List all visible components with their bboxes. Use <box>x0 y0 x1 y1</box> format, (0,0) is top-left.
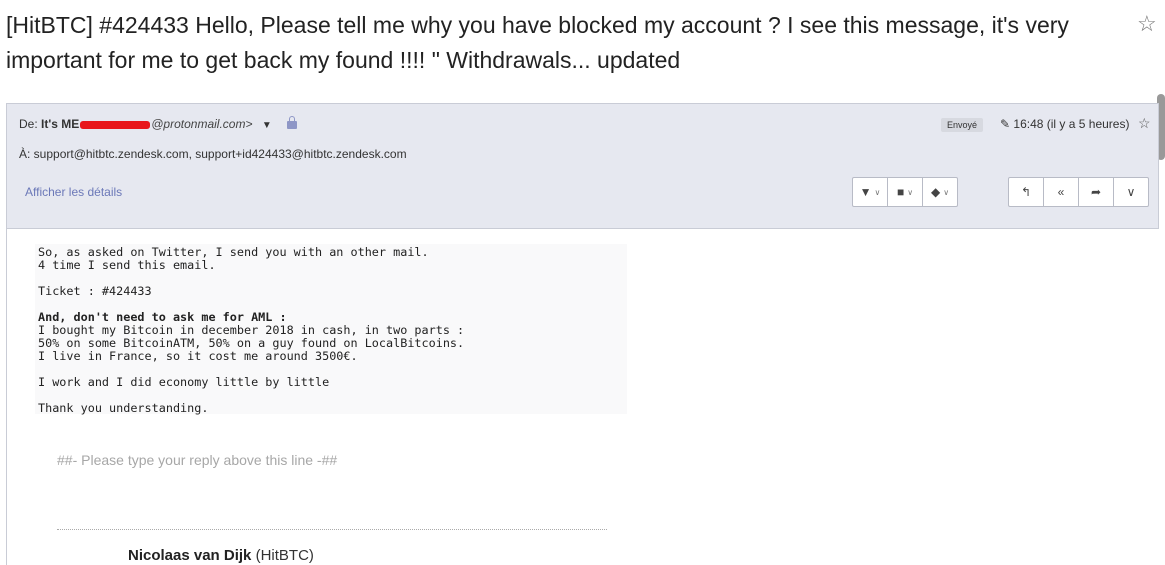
body-line: I live in France, so it cost me around 3… <box>38 349 358 363</box>
sender-name: It's ME <box>41 117 80 131</box>
message-time: ✎ 16:48 (il y a 5 heures) <box>1000 117 1129 131</box>
sent-badge: Envoyé <box>941 118 984 132</box>
to-line: À: support@hitbtc.zendesk.com, support+i… <box>19 147 407 161</box>
body-text: So, as asked on Twitter, I send you with… <box>35 244 627 415</box>
body-line: I work and I did economy little by littl… <box>38 375 330 389</box>
reply-all-icon: « <box>1057 185 1065 199</box>
signature-name: Nicolaas van Dijk <box>128 547 252 564</box>
message-body: So, as asked on Twitter, I send you with… <box>35 244 627 415</box>
toolbar-respond: ↰ « ➦ ∨ <box>1008 177 1149 207</box>
attachment-icon: ✎ <box>1000 117 1011 131</box>
body-heading: And, don't need to ask me for AML : <box>38 310 287 324</box>
body-line: 4 time I send this email. <box>38 258 216 272</box>
toolbar-organize: ▼ ∨ ■ ∨ ◆ ∨ <box>852 177 958 207</box>
reply-all-button[interactable]: « <box>1043 177 1079 207</box>
sender-dropdown-icon[interactable]: ▼ <box>262 120 272 131</box>
show-details-link[interactable]: Afficher les détails <box>25 185 122 199</box>
folder-icon: ■ <box>896 185 905 199</box>
body-line: I bought my Bitcoin in december 2018 in … <box>38 323 465 337</box>
reply-button[interactable]: ↰ <box>1008 177 1044 207</box>
filter-button[interactable]: ▼ ∨ <box>852 177 888 207</box>
chevron-down-icon: ∨ <box>874 187 881 197</box>
label-button[interactable]: ◆ ∨ <box>922 177 958 207</box>
chevron-down-icon: ∨ <box>907 187 914 197</box>
move-folder-button[interactable]: ■ ∨ <box>887 177 923 207</box>
more-actions-button[interactable]: ∨ <box>1113 177 1149 207</box>
star-icon[interactable]: ☆ <box>1137 11 1157 37</box>
lock-icon <box>287 115 298 129</box>
from-prefix: De: <box>19 117 38 131</box>
filter-icon: ▼ <box>859 185 872 199</box>
chevron-down-icon: ∨ <box>1126 185 1136 199</box>
reply-marker: ##- Please type your reply above this li… <box>57 452 338 468</box>
from-line: De: It's ME @protonmail.com> ▼ <box>19 115 298 131</box>
tag-icon: ◆ <box>930 185 941 199</box>
divider <box>57 529 607 530</box>
redaction-mark <box>80 120 151 129</box>
email-subject: [HitBTC] #424433 Hello, Please tell me w… <box>6 12 1069 73</box>
reply-icon: ↰ <box>1020 185 1032 199</box>
signature-org: (HitBTC) <box>255 547 314 564</box>
body-line: So, as asked on Twitter, I send you with… <box>38 245 429 259</box>
message-header: De: It's ME @protonmail.com> ▼ À: support… <box>6 103 1159 229</box>
time-text: 16:48 (il y a 5 heures) <box>1013 117 1130 131</box>
forward-icon: ➦ <box>1090 185 1102 199</box>
signature: Nicolaas van Dijk (HitBTC) <box>128 547 314 564</box>
chevron-down-icon: ∨ <box>943 187 950 197</box>
ticket-line: Ticket : #424433 <box>38 284 152 298</box>
sender-email: @protonmail.com> <box>151 117 253 131</box>
star-message-icon[interactable]: ☆ <box>1138 115 1151 132</box>
forward-button[interactable]: ➦ <box>1078 177 1114 207</box>
body-line: Thank you understanding. <box>38 401 209 415</box>
body-line: 50% on some BitcoinATM, 50% on a guy fou… <box>38 336 465 350</box>
content-border <box>6 229 7 565</box>
